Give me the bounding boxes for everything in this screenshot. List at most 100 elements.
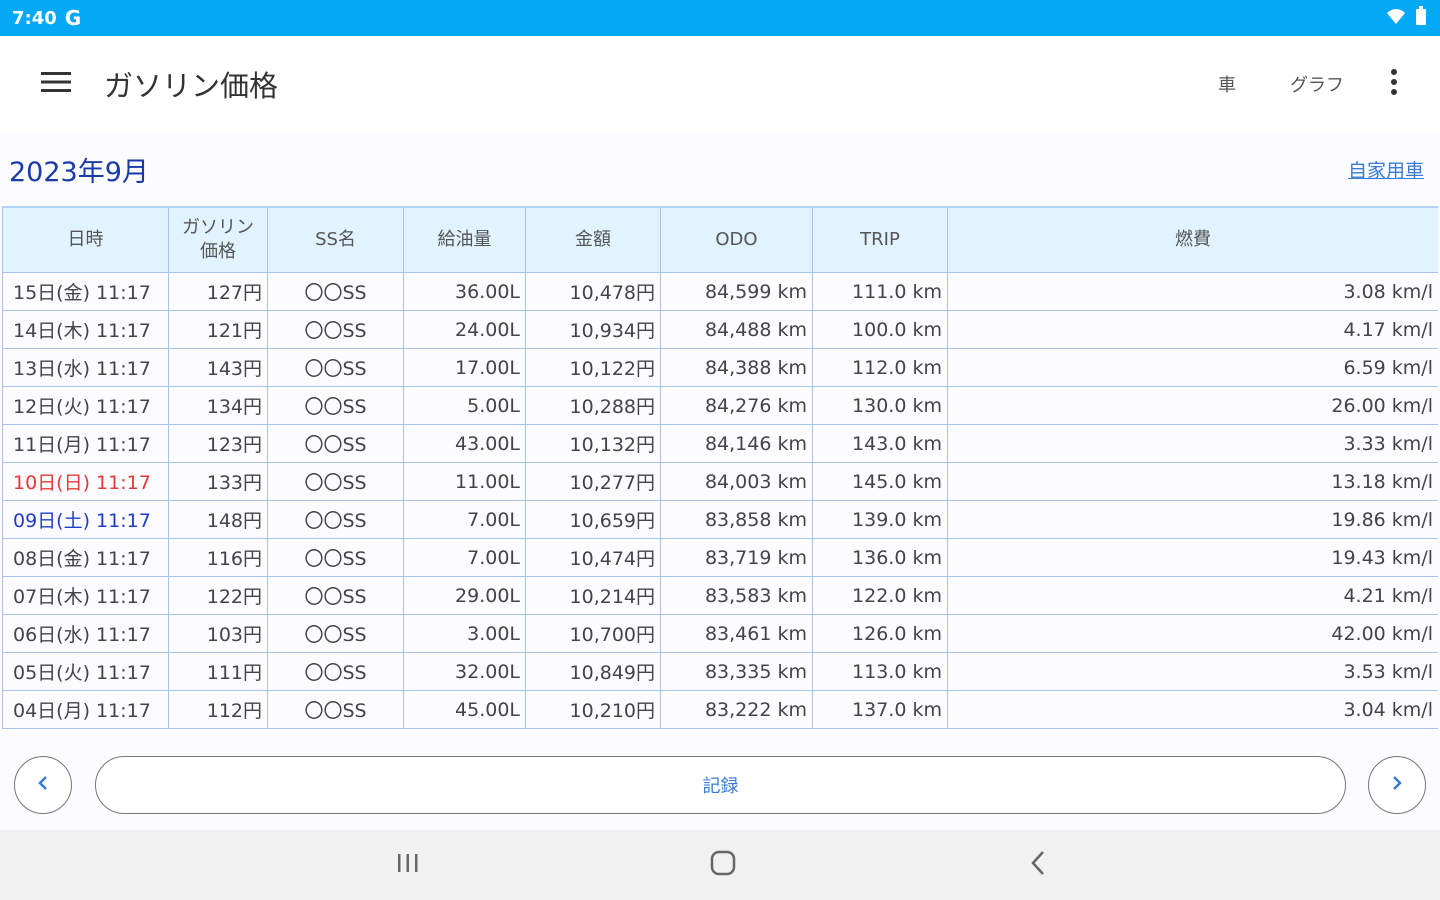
- cell-mileage: 19.86 km/l: [947, 500, 1438, 539]
- cell-amount: 10,478円: [525, 272, 661, 311]
- cell-odo: 84,276 km: [660, 386, 813, 425]
- cell-volume: 11.00L: [403, 462, 526, 501]
- cell-price: 122円: [168, 576, 268, 615]
- cell-date: 15日(金) 11:17: [2, 272, 169, 311]
- table-row[interactable]: 08日(金) 11:17 116円 〇〇SS 7.00L 10,474円 83,719 k…: [2, 538, 1438, 577]
- month-title: 2023年9月: [9, 156, 149, 188]
- col-header-odo: ODO: [660, 206, 813, 273]
- prev-month-button[interactable]: [14, 756, 72, 814]
- cell-ss: 〇〇SS: [267, 348, 404, 387]
- table-row[interactable]: 05日(火) 11:17 111円 〇〇SS 32.00L 10,849円 83,335 …: [2, 652, 1438, 691]
- fuel-table: 日時 ガソリン 価格 SS名 給油量 金額 ODO TRIP 燃費 15日(金)…: [2, 206, 1438, 729]
- cell-date: 04日(月) 11:17: [2, 690, 169, 729]
- table-row[interactable]: 09日(土) 11:17 148円 〇〇SS 7.00L 10,659円 83,858 k…: [2, 500, 1438, 539]
- table-row[interactable]: 13日(水) 11:17 143円 〇〇SS 17.00L 10,122円 84,388 …: [2, 348, 1438, 387]
- cell-ss: 〇〇SS: [267, 386, 404, 425]
- chevron-right-icon: [1391, 775, 1403, 795]
- table-row[interactable]: 15日(金) 11:17 127円 〇〇SS 36.00L 10,478円 84,599 …: [2, 272, 1438, 311]
- table-row[interactable]: 11日(月) 11:17 123円 〇〇SS 43.00L 10,132円 84,146 …: [2, 424, 1438, 463]
- cell-trip: 126.0 km: [812, 614, 948, 653]
- cell-mileage: 3.53 km/l: [947, 652, 1438, 691]
- battery-icon: [1414, 5, 1428, 31]
- table-row[interactable]: 07日(木) 11:17 122円 〇〇SS 29.00L 10,214円 83,583 …: [2, 576, 1438, 615]
- cell-ss: 〇〇SS: [267, 272, 404, 311]
- cell-volume: 7.00L: [403, 500, 526, 539]
- cell-odo: 83,461 km: [660, 614, 813, 653]
- car-link[interactable]: 自家用車: [1348, 156, 1424, 183]
- overflow-menu-button[interactable]: [1372, 62, 1416, 106]
- cell-ss: 〇〇SS: [267, 310, 404, 349]
- cell-ss: 〇〇SS: [267, 690, 404, 729]
- cell-mileage: 3.04 km/l: [947, 690, 1438, 729]
- cell-trip: 143.0 km: [812, 424, 948, 463]
- cell-amount: 10,659円: [525, 500, 661, 539]
- cell-mileage: 26.00 km/l: [947, 386, 1438, 425]
- cell-amount: 10,288円: [525, 386, 661, 425]
- table-body: 15日(金) 11:17 127円 〇〇SS 36.00L 10,478円 84,599 …: [2, 272, 1438, 729]
- car-button[interactable]: 車: [1204, 61, 1250, 107]
- back-button[interactable]: [1008, 842, 1068, 888]
- cell-ss: 〇〇SS: [267, 424, 404, 463]
- system-navigation-bar: [0, 830, 1440, 900]
- cell-odo: 83,583 km: [660, 576, 813, 615]
- cell-odo: 83,222 km: [660, 690, 813, 729]
- table-row[interactable]: 12日(火) 11:17 134円 〇〇SS 5.00L 10,288円 84,276 k…: [2, 386, 1438, 425]
- app-bar: ガソリン価格 車 グラフ: [0, 36, 1440, 132]
- col-header-price: ガソリン 価格: [168, 206, 268, 273]
- cell-volume: 17.00L: [403, 348, 526, 387]
- cell-volume: 24.00L: [403, 310, 526, 349]
- cell-trip: 137.0 km: [812, 690, 948, 729]
- bottom-bar: 記録: [0, 740, 1440, 830]
- recent-apps-button[interactable]: [378, 842, 438, 888]
- cell-volume: 43.00L: [403, 424, 526, 463]
- month-row: 2023年9月 自家用車: [0, 132, 1440, 206]
- menu-button[interactable]: [26, 54, 86, 114]
- app-actions: 車 グラフ: [1178, 61, 1416, 107]
- record-button[interactable]: 記録: [95, 756, 1346, 814]
- hamburger-icon: [41, 71, 71, 97]
- cell-volume: 7.00L: [403, 538, 526, 577]
- next-month-button[interactable]: [1368, 756, 1426, 814]
- recent-apps-icon: [396, 852, 420, 878]
- fuel-table-container[interactable]: 日時 ガソリン 価格 SS名 給油量 金額 ODO TRIP 燃費 15日(金)…: [2, 206, 1438, 740]
- cell-ss: 〇〇SS: [267, 538, 404, 577]
- cell-amount: 10,700円: [525, 614, 661, 653]
- cell-amount: 10,214円: [525, 576, 661, 615]
- cell-date: 14日(木) 11:17: [2, 310, 169, 349]
- home-button[interactable]: [693, 842, 753, 888]
- cell-volume: 32.00L: [403, 652, 526, 691]
- cell-trip: 145.0 km: [812, 462, 948, 501]
- cell-trip: 113.0 km: [812, 652, 948, 691]
- cell-volume: 45.00L: [403, 690, 526, 729]
- table-header-row: 日時 ガソリン 価格 SS名 給油量 金額 ODO TRIP 燃費: [2, 206, 1438, 273]
- status-time: 7:40: [12, 7, 57, 29]
- graph-button[interactable]: グラフ: [1276, 61, 1358, 107]
- cell-date: 13日(水) 11:17: [2, 348, 169, 387]
- cell-amount: 10,277円: [525, 462, 661, 501]
- table-row[interactable]: 14日(木) 11:17 121円 〇〇SS 24.00L 10,934円 84,488 …: [2, 310, 1438, 349]
- cell-ss: 〇〇SS: [267, 652, 404, 691]
- cell-amount: 10,210円: [525, 690, 661, 729]
- table-row[interactable]: 04日(月) 11:17 112円 〇〇SS 45.00L 10,210円 83,222 …: [2, 690, 1438, 729]
- col-header-volume: 給油量: [403, 206, 526, 273]
- cell-price: 133円: [168, 462, 268, 501]
- carrier-logo: G: [64, 6, 82, 30]
- table-row[interactable]: 06日(水) 11:17 103円 〇〇SS 3.00L 10,700円 83,461 k…: [2, 614, 1438, 653]
- cell-ss: 〇〇SS: [267, 576, 404, 615]
- cell-volume: 36.00L: [403, 272, 526, 311]
- cell-trip: 122.0 km: [812, 576, 948, 615]
- cell-amount: 10,934円: [525, 310, 661, 349]
- cell-trip: 100.0 km: [812, 310, 948, 349]
- cell-date: 06日(水) 11:17: [2, 614, 169, 653]
- cell-odo: 83,719 km: [660, 538, 813, 577]
- cell-volume: 29.00L: [403, 576, 526, 615]
- cell-trip: 139.0 km: [812, 500, 948, 539]
- cell-price: 103円: [168, 614, 268, 653]
- table-row[interactable]: 10日(日) 11:17 133円 〇〇SS 11.00L 10,277円 84,003 …: [2, 462, 1438, 501]
- home-icon: [710, 850, 736, 880]
- more-vert-icon: [1390, 69, 1398, 99]
- cell-date: 07日(木) 11:17: [2, 576, 169, 615]
- cell-amount: 10,122円: [525, 348, 661, 387]
- wifi-icon: [1386, 7, 1406, 30]
- col-header-ss: SS名: [267, 206, 404, 273]
